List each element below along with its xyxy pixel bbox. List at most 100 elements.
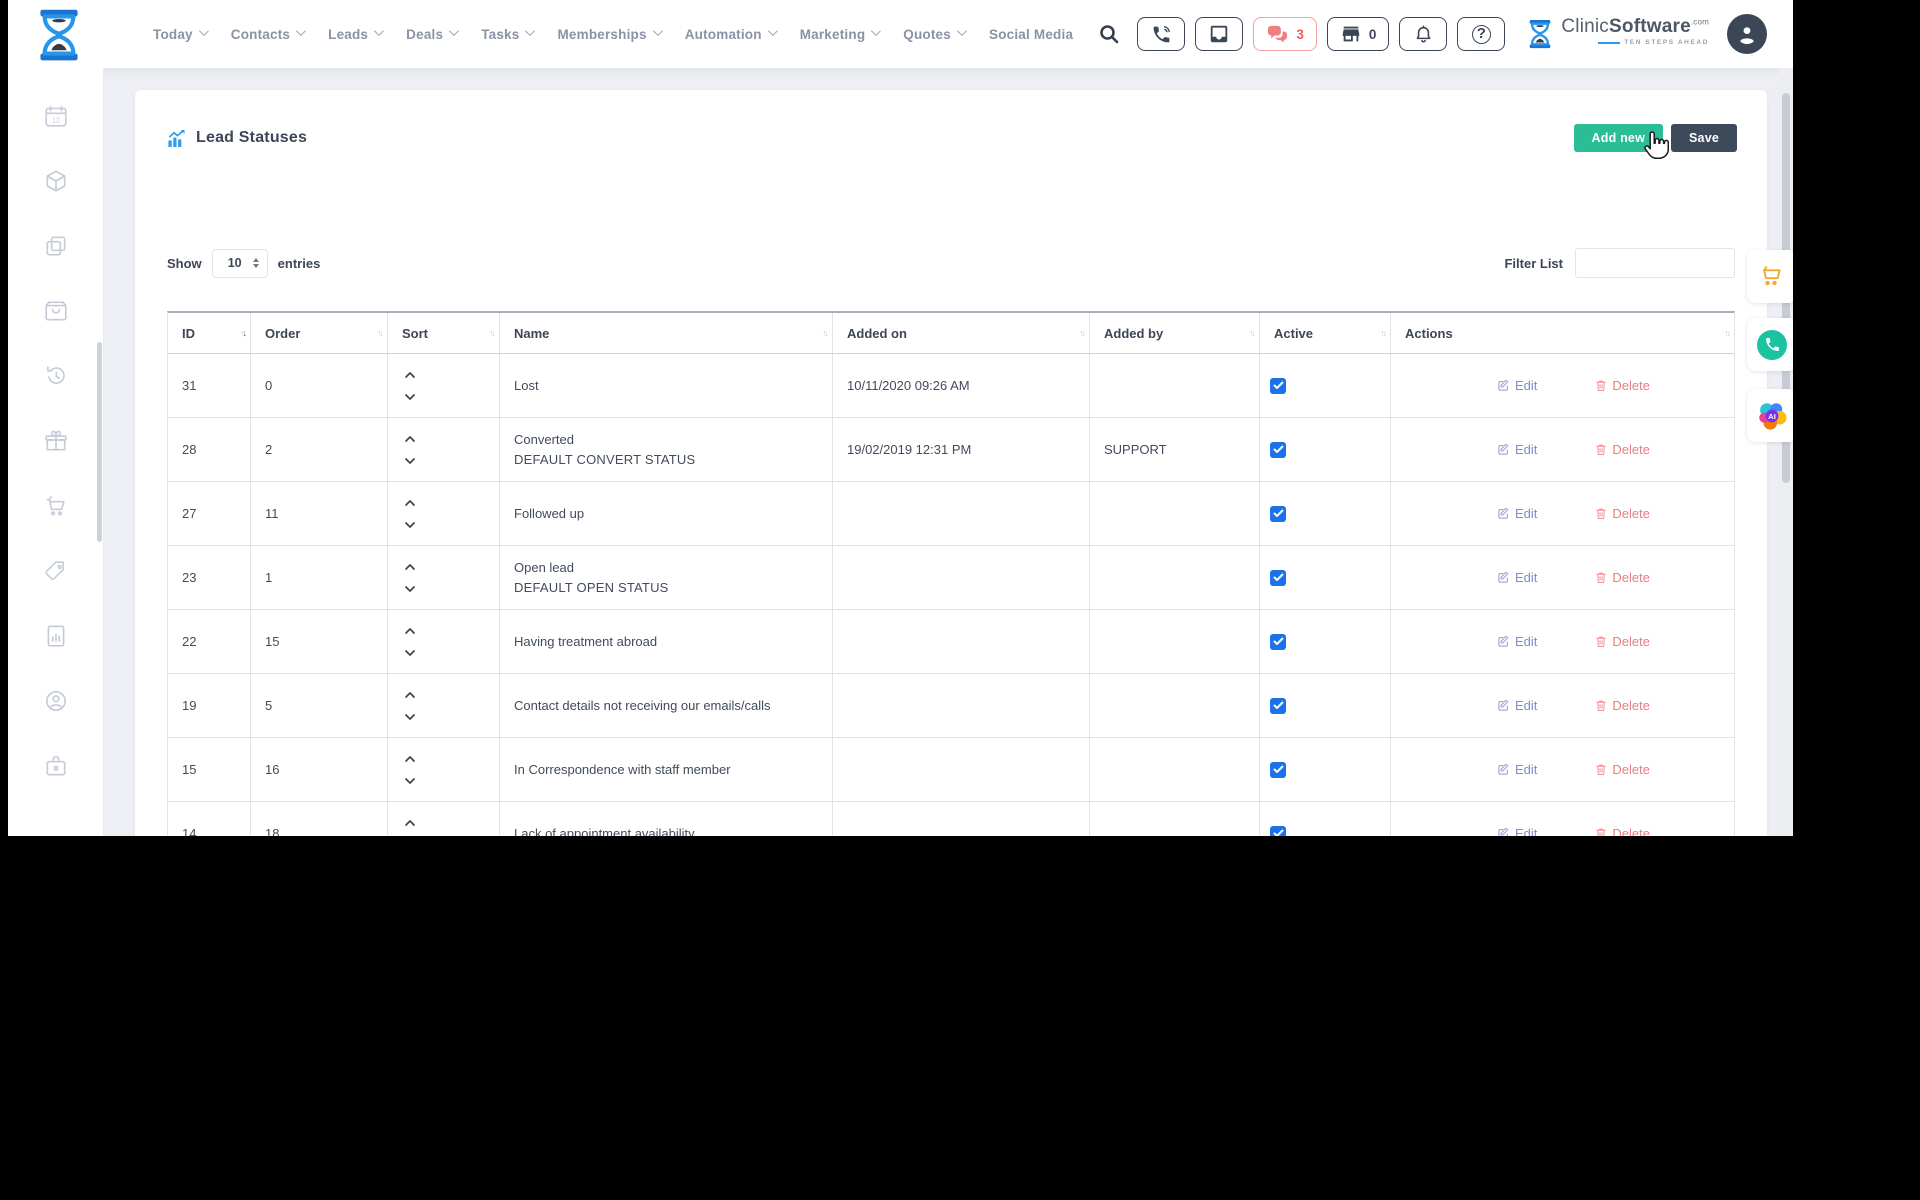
sort-up-button[interactable] xyxy=(402,754,418,764)
nav-item-deals[interactable]: Deals xyxy=(406,27,456,42)
phone-button[interactable] xyxy=(1137,17,1185,51)
sidebar-scrollbar[interactable] xyxy=(97,342,102,542)
cart-icon xyxy=(43,493,69,519)
chevron-down-icon xyxy=(653,26,663,36)
sort-up-button[interactable] xyxy=(402,370,418,380)
nav-item-label: Today xyxy=(153,27,193,42)
sort-down-button[interactable] xyxy=(402,520,418,530)
active-checkbox[interactable] xyxy=(1270,378,1286,394)
nav-item-today[interactable]: Today xyxy=(153,27,206,42)
delete-link[interactable]: Delete xyxy=(1595,634,1650,649)
nav-item-leads[interactable]: Leads xyxy=(328,27,381,42)
column-header-id[interactable]: ID ↑↓ xyxy=(168,313,251,353)
chat-button[interactable]: 3 xyxy=(1253,17,1317,51)
inbox-button[interactable] xyxy=(1195,17,1243,51)
chevron-down-icon xyxy=(957,26,967,36)
active-checkbox[interactable] xyxy=(1270,698,1286,714)
active-checkbox[interactable] xyxy=(1270,762,1286,778)
sort-down-button[interactable] xyxy=(402,392,418,402)
floating-whatsapp-button[interactable] xyxy=(1747,318,1793,371)
sort-down-button[interactable] xyxy=(402,456,418,466)
sidebar-item-cart-icon[interactable] xyxy=(43,493,69,519)
sidebar-item-package-icon[interactable] xyxy=(43,168,69,194)
delete-link[interactable]: Delete xyxy=(1595,698,1650,713)
sidebar-item-pages-icon[interactable] xyxy=(43,233,69,259)
delete-link[interactable]: Delete xyxy=(1595,506,1650,521)
sort-down-button[interactable] xyxy=(402,776,418,786)
sidebar-item-gift-icon[interactable] xyxy=(43,428,69,454)
store-icon xyxy=(1340,23,1362,45)
sort-up-button[interactable] xyxy=(402,818,418,828)
edit-link[interactable]: Edit xyxy=(1497,378,1537,393)
delete-link[interactable]: Delete xyxy=(1595,826,1650,836)
cell-actions: Edit Delete xyxy=(1391,546,1734,609)
edit-link[interactable]: Edit xyxy=(1497,762,1537,777)
table-row: 23 1 Open lead DEFAULT OPEN STATUS xyxy=(168,546,1734,610)
edit-link[interactable]: Edit xyxy=(1497,570,1537,585)
search-icon[interactable] xyxy=(1097,22,1121,46)
nav-item-contacts[interactable]: Contacts xyxy=(231,27,303,42)
cell-active xyxy=(1260,610,1391,673)
edit-link[interactable]: Edit xyxy=(1497,698,1537,713)
column-header-active[interactable]: Active ↑↓ xyxy=(1260,313,1391,353)
nav-item-marketing[interactable]: Marketing xyxy=(800,27,879,42)
floating-ai-button[interactable]: AI xyxy=(1747,389,1793,442)
save-button[interactable]: Save xyxy=(1671,124,1737,152)
table-row: 31 0 Lost 10/11/2020 09:26 AM xyxy=(168,354,1734,418)
delete-link[interactable]: Delete xyxy=(1595,570,1650,585)
sort-down-button[interactable] xyxy=(402,648,418,658)
sort-up-button[interactable] xyxy=(402,626,418,636)
sidebar-item-calendar-icon[interactable]: 12 xyxy=(43,103,69,129)
column-header-sort[interactable]: Sort ↑↓ xyxy=(388,313,500,353)
column-header-order[interactable]: Order ↑↓ xyxy=(251,313,388,353)
notifications-button[interactable] xyxy=(1399,17,1447,51)
delete-link[interactable]: Delete xyxy=(1595,378,1650,393)
sidebar-item-tag-icon[interactable] xyxy=(43,558,69,584)
sidebar-item-account-icon[interactable] xyxy=(43,688,69,714)
main-nav: Today Contacts Leads Deals Tasks Memberships A… xyxy=(153,0,1073,68)
edit-link[interactable]: Edit xyxy=(1497,826,1537,836)
edit-link[interactable]: Edit xyxy=(1497,442,1537,457)
filter-list-input[interactable] xyxy=(1575,248,1735,278)
nav-item-automation[interactable]: Automation xyxy=(685,27,775,42)
column-header-name[interactable]: Name ↑↓ xyxy=(500,313,833,353)
nav-item-quotes[interactable]: Quotes xyxy=(903,27,964,42)
cell-active xyxy=(1260,418,1391,481)
active-checkbox[interactable] xyxy=(1270,570,1286,586)
active-checkbox[interactable] xyxy=(1270,826,1286,837)
nav-item-memberships[interactable]: Memberships xyxy=(557,27,659,42)
column-header-actions[interactable]: Actions ↑↓ xyxy=(1391,313,1734,353)
sidebar-item-report-icon[interactable] xyxy=(43,623,69,649)
user-avatar[interactable] xyxy=(1727,14,1767,54)
cell-order: 15 xyxy=(251,610,388,673)
floating-cart-button[interactable] xyxy=(1747,250,1793,303)
sort-down-button[interactable] xyxy=(402,584,418,594)
sidebar-item-box-tray-icon[interactable] xyxy=(43,298,69,324)
active-checkbox[interactable] xyxy=(1270,506,1286,522)
delete-link[interactable]: Delete xyxy=(1595,442,1650,457)
sidebar-item-case-icon[interactable] xyxy=(43,753,69,779)
nav-item-social-media[interactable]: Social Media xyxy=(989,27,1073,42)
column-header-added-by[interactable]: Added by ↑↓ xyxy=(1090,313,1260,353)
add-new-button[interactable]: Add new xyxy=(1574,124,1663,152)
delete-link[interactable]: Delete xyxy=(1595,762,1650,777)
help-button[interactable]: ? xyxy=(1457,17,1505,51)
page-scrollbar[interactable] xyxy=(1779,68,1793,836)
sort-up-button[interactable] xyxy=(402,498,418,508)
sort-up-button[interactable] xyxy=(402,690,418,700)
store-button[interactable]: 0 xyxy=(1327,17,1390,51)
page-size-select[interactable]: 10 xyxy=(212,249,268,278)
sort-up-button[interactable] xyxy=(402,562,418,572)
active-checkbox[interactable] xyxy=(1270,634,1286,650)
edit-link[interactable]: Edit xyxy=(1497,634,1537,649)
edit-link[interactable]: Edit xyxy=(1497,506,1537,521)
cell-id: 23 xyxy=(168,546,251,609)
sidebar-item-history-icon[interactable] xyxy=(43,363,69,389)
trash-icon xyxy=(1595,635,1607,648)
clinicsoftware-hourglass-logo[interactable] xyxy=(32,5,86,70)
active-checkbox[interactable] xyxy=(1270,442,1286,458)
column-header-added-on[interactable]: Added on ↑↓ xyxy=(833,313,1090,353)
sort-up-button[interactable] xyxy=(402,434,418,444)
sort-down-button[interactable] xyxy=(402,712,418,722)
nav-item-tasks[interactable]: Tasks xyxy=(481,27,532,42)
